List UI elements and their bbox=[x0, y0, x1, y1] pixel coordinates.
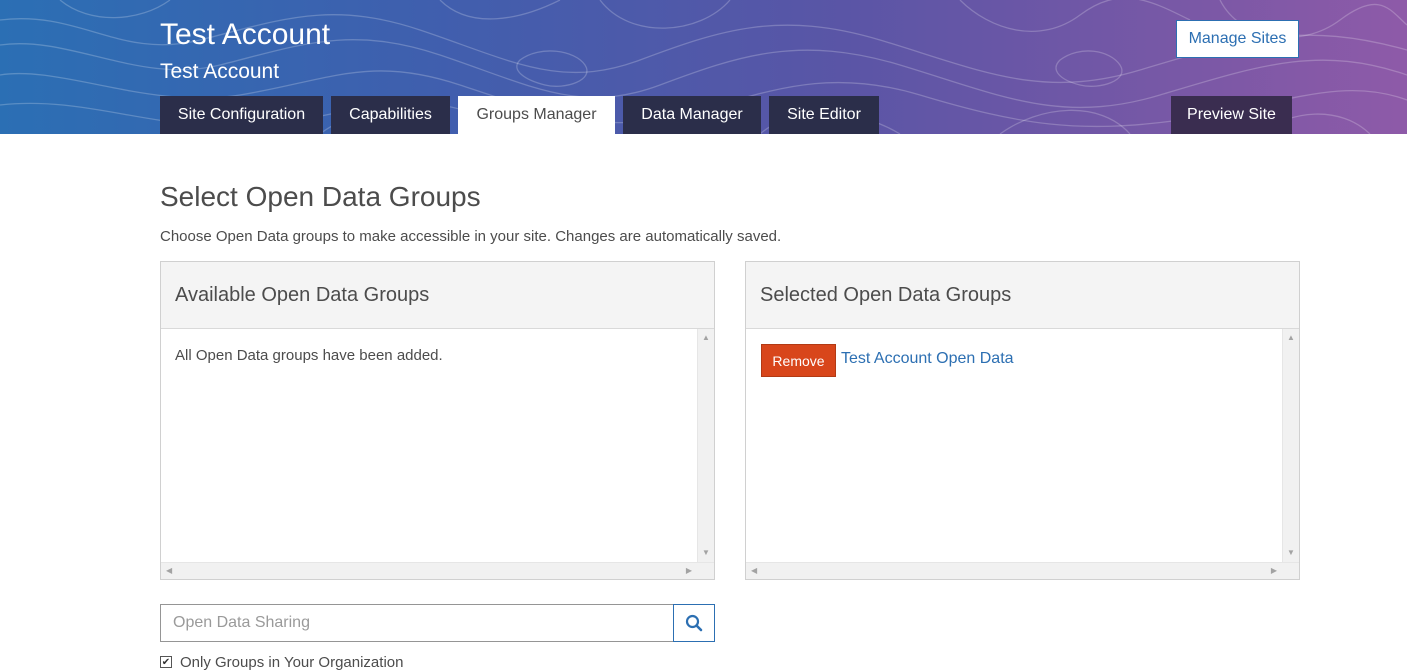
scroll-down-icon[interactable]: ▼ bbox=[1287, 548, 1295, 558]
scroll-right-icon[interactable]: ▶ bbox=[1271, 566, 1277, 576]
available-groups-list: All Open Data groups have been added. bbox=[161, 329, 697, 562]
horizontal-scrollbar[interactable]: ◀ ▶ bbox=[161, 562, 714, 579]
group-search-input[interactable] bbox=[160, 604, 674, 642]
scroll-left-icon[interactable]: ◀ bbox=[166, 566, 172, 576]
available-groups-header: Available Open Data Groups bbox=[161, 262, 714, 329]
page-description: Choose Open Data groups to make accessib… bbox=[160, 228, 782, 245]
checkbox-checked-icon[interactable]: ✔ bbox=[160, 656, 172, 668]
search-button[interactable] bbox=[673, 604, 715, 642]
tab-capabilities[interactable]: Capabilities bbox=[331, 96, 450, 134]
tab-site-editor[interactable]: Site Editor bbox=[769, 96, 879, 134]
remove-group-button[interactable]: Remove bbox=[761, 344, 836, 377]
site-subtitle: Test Account bbox=[160, 60, 280, 83]
vertical-scrollbar[interactable]: ▲ ▼ bbox=[697, 329, 714, 562]
vertical-scrollbar[interactable]: ▲ ▼ bbox=[1282, 329, 1299, 562]
preview-site-button[interactable]: Preview Site bbox=[1171, 96, 1292, 134]
empty-message: All Open Data groups have been added. bbox=[175, 347, 443, 364]
scroll-up-icon[interactable]: ▲ bbox=[702, 333, 710, 343]
horizontal-scrollbar[interactable]: ◀ ▶ bbox=[746, 562, 1299, 579]
scroll-right-icon[interactable]: ▶ bbox=[686, 566, 692, 576]
site-header-banner: Test Account Test Account Manage Sites S… bbox=[0, 0, 1407, 134]
org-filter-row[interactable]: ✔ Only Groups in Your Organization bbox=[160, 653, 404, 671]
manage-sites-button[interactable]: Manage Sites bbox=[1176, 20, 1299, 58]
tab-site-configuration[interactable]: Site Configuration bbox=[160, 96, 323, 134]
org-filter-label: Only Groups in Your Organization bbox=[180, 653, 404, 671]
site-title: Test Account bbox=[160, 18, 331, 51]
search-icon bbox=[685, 614, 703, 632]
scroll-down-icon[interactable]: ▼ bbox=[702, 548, 710, 558]
selected-groups-list: Remove Test Account Open Data bbox=[746, 329, 1282, 562]
page-title: Select Open Data Groups bbox=[160, 181, 481, 212]
selected-groups-header: Selected Open Data Groups bbox=[746, 262, 1299, 329]
available-groups-panel: Available Open Data Groups All Open Data… bbox=[160, 261, 715, 580]
tab-groups-manager[interactable]: Groups Manager bbox=[458, 96, 615, 134]
scroll-left-icon[interactable]: ◀ bbox=[751, 566, 757, 576]
group-link[interactable]: Test Account Open Data bbox=[841, 350, 1014, 368]
scroll-up-icon[interactable]: ▲ bbox=[1287, 333, 1295, 343]
tab-data-manager[interactable]: Data Manager bbox=[623, 96, 761, 134]
selected-groups-panel: Selected Open Data Groups Remove Test Ac… bbox=[745, 261, 1300, 580]
